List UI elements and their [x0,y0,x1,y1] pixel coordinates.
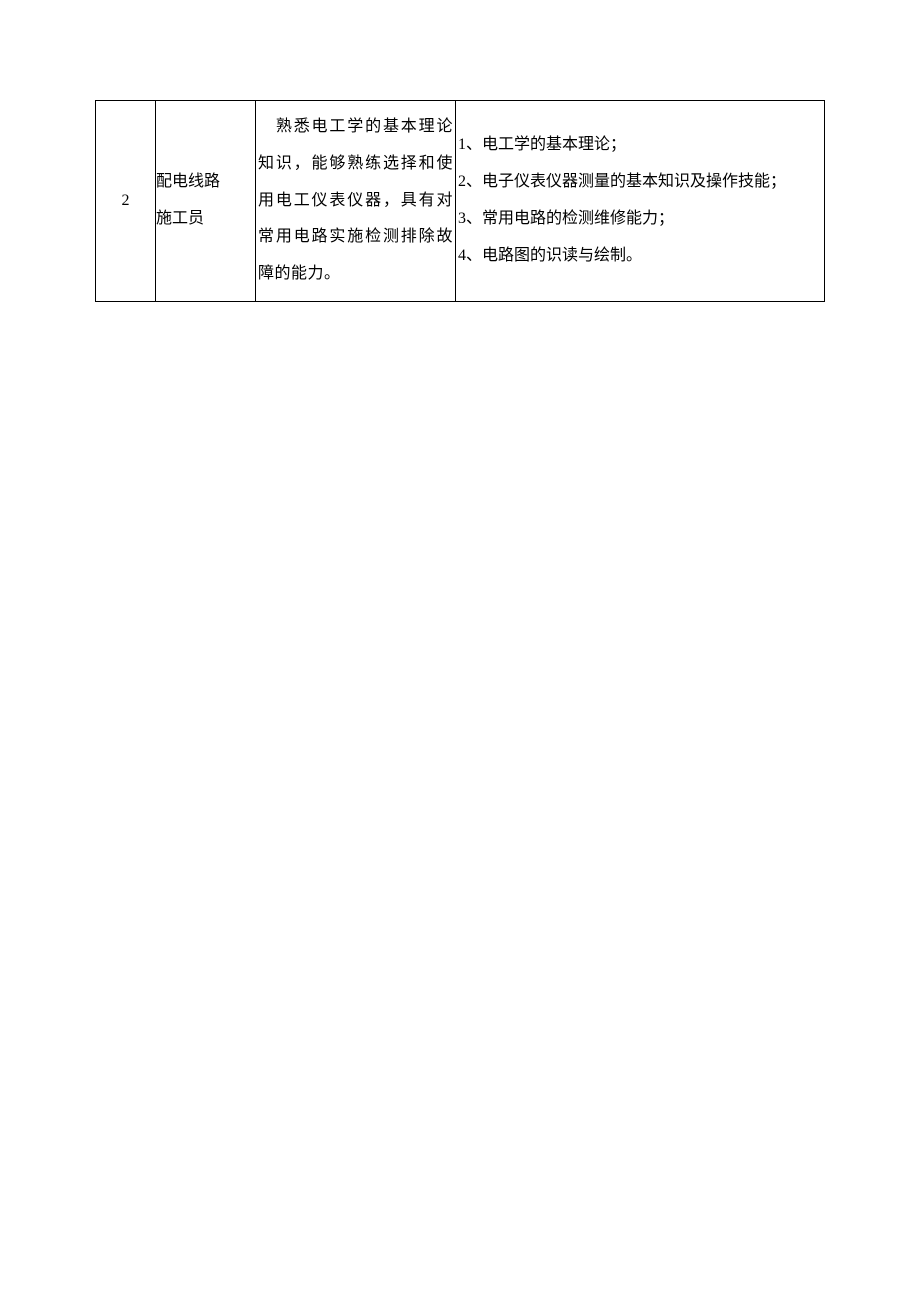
point-item: 1、电工学的基本理论； [458,127,822,164]
table-row: 2 配电线路 施工员 熟悉电工学的基本理论知识，能够熟练选择和使用电工仪表仪器，… [96,101,825,302]
point-item: 2、电子仪表仪器测量的基本知识及操作技能； [458,164,822,201]
description-text: 熟悉电工学的基本理论知识，能够熟练选择和使用电工仪表仪器，具有对常用电路实施检测… [258,118,453,282]
role-line-1: 配电线路 [156,164,255,201]
skills-table: 2 配电线路 施工员 熟悉电工学的基本理论知识，能够熟练选择和使用电工仪表仪器，… [95,100,825,302]
cell-index: 2 [96,101,156,302]
cell-points: 1、电工学的基本理论； 2、电子仪表仪器测量的基本知识及操作技能； 3、常用电路… [456,101,825,302]
role-line-2: 施工员 [156,201,255,238]
row-index: 2 [122,192,130,209]
point-item: 4、电路图的识读与绘制。 [458,238,822,275]
cell-role: 配电线路 施工员 [156,101,256,302]
point-item: 3、常用电路的检测维修能力； [458,201,822,238]
cell-description: 熟悉电工学的基本理论知识，能够熟练选择和使用电工仪表仪器，具有对常用电路实施检测… [256,101,456,302]
